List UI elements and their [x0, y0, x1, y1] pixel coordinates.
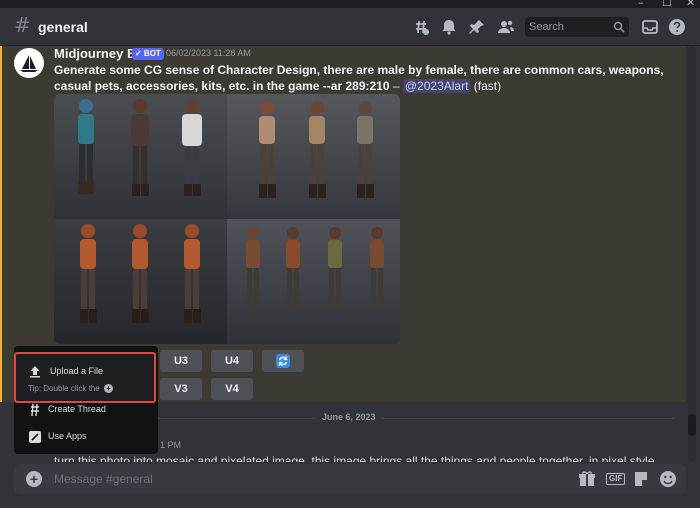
- threads-icon[interactable]: [412, 18, 430, 36]
- message-content: Generate some CG sense of Character Desi…: [54, 62, 674, 94]
- midjourney-sailboat-icon: [20, 55, 38, 72]
- members-icon[interactable]: [497, 18, 515, 36]
- channel-header: # general: [0, 8, 700, 46]
- bot-badge: ✓ BOT: [132, 48, 164, 60]
- next-message-timestamp: 1 PM: [160, 440, 182, 450]
- thread-icon: [31, 403, 39, 417]
- apps-icon: [29, 431, 41, 443]
- character-image-1[interactable]: [54, 94, 227, 219]
- upscale-4-button[interactable]: U4: [211, 350, 253, 372]
- upload-tip-text: Tip: Double click the: [28, 384, 100, 393]
- message-timestamp: 06/02/2023 11:28 AM: [166, 48, 251, 58]
- upscale-3-button[interactable]: U3: [160, 350, 202, 372]
- avatar[interactable]: [14, 48, 44, 78]
- plus-icon: +: [103, 384, 113, 394]
- upload-file-label: Upload a File: [50, 366, 104, 376]
- use-apps-label: Use Apps: [48, 431, 87, 441]
- character-image-3[interactable]: [54, 219, 227, 344]
- search-input[interactable]: [529, 19, 609, 35]
- user-mention[interactable]: @2023Alart: [402, 79, 471, 93]
- refresh-icon: [276, 354, 290, 368]
- window-titlebar: – ☐ ✕: [0, 0, 700, 9]
- create-thread-option[interactable]: Create Thread: [14, 400, 158, 422]
- message-composer: + GIF: [14, 464, 686, 494]
- use-apps-option[interactable]: Use Apps: [14, 427, 158, 449]
- search-box[interactable]: [525, 17, 629, 37]
- bell-icon[interactable]: [440, 18, 458, 36]
- speed-mode: (fast): [470, 79, 502, 93]
- reroll-button[interactable]: [262, 350, 304, 372]
- variation-3-button[interactable]: V3: [160, 378, 202, 400]
- message-input[interactable]: [54, 470, 534, 488]
- scrollbar-thumb[interactable]: [688, 414, 696, 436]
- gif-button[interactable]: GIF: [606, 473, 626, 485]
- character-image-4[interactable]: [227, 219, 400, 344]
- variation-4-button[interactable]: V4: [211, 378, 253, 400]
- date-divider: June 6, 2023: [316, 412, 382, 422]
- channel-name: general: [38, 19, 88, 35]
- sticker-icon[interactable]: [632, 470, 650, 488]
- upload-file-option[interactable]: Upload a File Tip: Double click the +: [14, 352, 156, 403]
- next-message-content: turn this photo into mosaic and pixelate…: [54, 454, 655, 462]
- upload-icon: [30, 366, 40, 378]
- create-thread-label: Create Thread: [48, 404, 106, 414]
- image-grid[interactable]: [54, 94, 400, 344]
- help-icon[interactable]: [668, 18, 686, 36]
- hash-icon: #: [14, 13, 31, 37]
- mention-highlight-bar: [0, 46, 2, 402]
- scrollbar-track[interactable]: [688, 46, 696, 462]
- emoji-icon[interactable]: [659, 470, 677, 488]
- character-image-2[interactable]: [227, 94, 400, 219]
- prompt-separator: –: [389, 79, 403, 93]
- upload-tip: Tip: Double click the +: [28, 384, 113, 394]
- search-icon: [613, 21, 625, 33]
- inbox-icon[interactable]: [641, 18, 659, 36]
- prompt-text: Generate some CG sense of Character Desi…: [54, 63, 664, 93]
- gift-icon[interactable]: [578, 470, 596, 488]
- pin-icon[interactable]: [468, 18, 486, 36]
- add-attachment-button[interactable]: +: [26, 471, 42, 487]
